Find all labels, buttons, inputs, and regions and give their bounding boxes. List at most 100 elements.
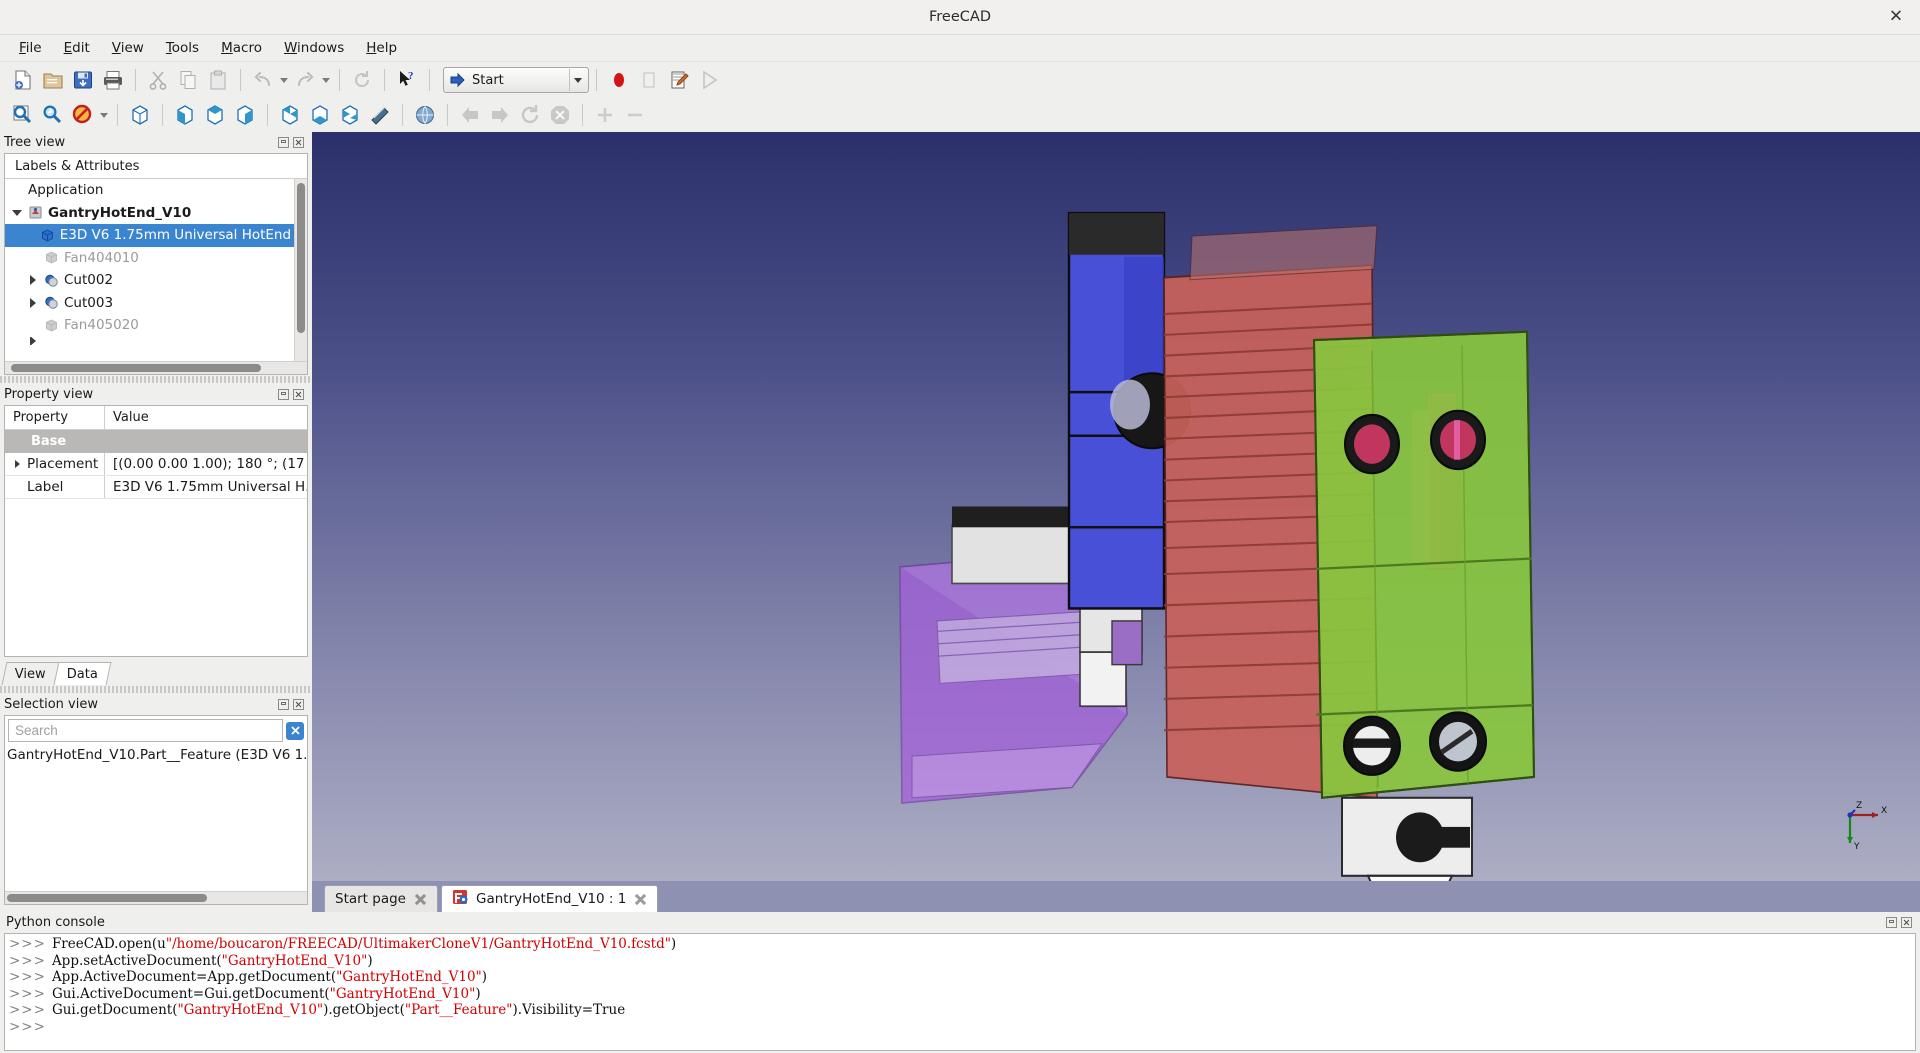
tree-row-selected-part[interactable]: E3D V6 1.75mm Universal HotEnd M	[5, 224, 307, 247]
new-document-icon[interactable]	[8, 65, 38, 95]
property-value-label[interactable]: E3D V6 1.75mm Universal H…	[105, 476, 307, 498]
tree-horizontal-scrollbar[interactable]	[5, 361, 307, 374]
tab-view[interactable]: View	[1, 662, 60, 685]
python-console[interactable]: >>> FreeCAD.open(u"/home/boucaron/FREECAD…	[4, 933, 1916, 1051]
freeze-view-icon[interactable]	[410, 100, 440, 130]
property-view-dock-title: Property view	[0, 384, 312, 405]
console-text-3-1: "GantryHotEnd_V10"	[329, 985, 476, 1002]
tree-row-fan404010[interactable]: Fan404010	[5, 247, 307, 270]
chevron-right-icon[interactable]	[11, 460, 23, 468]
menu-help[interactable]: Help	[355, 37, 408, 59]
zoom-out-icon[interactable]	[620, 100, 650, 130]
tree-hscroll-thumb[interactable]	[11, 364, 261, 372]
undo-icon[interactable]	[248, 65, 278, 95]
isometric-view-icon[interactable]	[125, 100, 155, 130]
nav-stop-icon[interactable]	[545, 100, 575, 130]
expand-twisty-closed-icon-3[interactable]	[25, 337, 41, 345]
tree-vscroll-thumb[interactable]	[297, 183, 305, 333]
menu-file[interactable]: File	[8, 37, 53, 59]
axonometric-icon[interactable]	[365, 100, 395, 130]
refresh-icon[interactable]	[347, 65, 377, 95]
mdi-tab-start-page[interactable]: Start page	[324, 885, 438, 912]
clear-search-icon[interactable]	[286, 721, 304, 740]
close-icon-2[interactable]	[634, 893, 647, 906]
macro-record-icon[interactable]	[604, 65, 634, 95]
part-feature-dim-icon	[41, 250, 61, 265]
cut-icon[interactable]	[143, 65, 173, 95]
rear-view-icon[interactable]	[275, 100, 305, 130]
property-value-placement[interactable]: [(0.00 0.00 1.00); 180 °; (17 …	[105, 453, 307, 475]
tree-view-close-button[interactable]	[293, 137, 304, 148]
console-text-3-0: Gui.ActiveDocument=Gui.getDocument(	[51, 985, 330, 1002]
tree-row-cut003[interactable]: Cut003	[5, 292, 307, 315]
property-view-close-button[interactable]	[293, 389, 304, 400]
top-view-icon[interactable]	[200, 100, 230, 130]
fit-selection-icon[interactable]	[38, 100, 68, 130]
nav-back-icon[interactable]	[455, 100, 485, 130]
right-view-icon[interactable]	[230, 100, 260, 130]
undo-dropdown-icon[interactable]	[278, 65, 290, 95]
whats-this-icon[interactable]: ?	[392, 65, 422, 95]
paste-icon[interactable]	[203, 65, 233, 95]
workbench-caret-icon[interactable]	[569, 69, 586, 91]
property-key-cell-label[interactable]: Label	[5, 476, 105, 498]
tree-row-cut002[interactable]: Cut002	[5, 269, 307, 292]
save-document-icon[interactable]	[68, 65, 98, 95]
axis-label-z: Z	[1856, 801, 1862, 811]
bottom-view-icon[interactable]	[305, 100, 335, 130]
copy-icon[interactable]	[173, 65, 203, 95]
print-document-icon[interactable]	[98, 65, 128, 95]
fit-all-icon[interactable]	[8, 100, 38, 130]
selection-list-item[interactable]: GantryHotEnd_V10.Part__Feature (E3D V6 1…	[7, 747, 307, 763]
tab-data[interactable]: Data	[53, 662, 112, 685]
expand-twisty-closed-icon[interactable]	[25, 275, 41, 285]
toolbar-separator-5	[429, 69, 430, 91]
draw-style-dropdown-icon[interactable]	[98, 100, 110, 130]
mdi-tab-document[interactable]: GantryHotEnd_V10 : 1	[441, 885, 659, 912]
open-document-icon[interactable]	[38, 65, 68, 95]
property-group-base[interactable]: Base	[5, 430, 307, 453]
python-console-float-button[interactable]	[1886, 917, 1897, 928]
search-input[interactable]	[8, 719, 283, 742]
property-row-label[interactable]: Label E3D V6 1.75mm Universal H…	[5, 476, 307, 499]
selection-view-float-button[interactable]	[278, 699, 289, 710]
close-icon[interactable]	[414, 893, 427, 906]
selection-view-close-button[interactable]	[293, 699, 304, 710]
tree-row-application[interactable]: Application	[5, 179, 307, 202]
dock-splitter-1[interactable]	[0, 376, 312, 383]
3d-viewport[interactable]: X Y Z	[312, 132, 1920, 881]
dock-splitter-2[interactable]	[0, 686, 312, 693]
tree-column-header[interactable]: Labels & Attributes	[5, 154, 307, 179]
tree-view-float-button[interactable]	[278, 137, 289, 148]
workbench-selector[interactable]: Start	[443, 67, 589, 93]
redo-dropdown-icon[interactable]	[320, 65, 332, 95]
zoom-in-icon[interactable]	[590, 100, 620, 130]
expand-twisty-closed-icon-2[interactable]	[25, 298, 41, 308]
nav-refresh-icon[interactable]	[515, 100, 545, 130]
nav-forward-icon[interactable]	[485, 100, 515, 130]
menu-view[interactable]: View	[101, 37, 155, 59]
expand-twisty-open-icon[interactable]	[9, 210, 25, 216]
menu-edit[interactable]: Edit	[53, 37, 101, 59]
tree-vertical-scrollbar[interactable]	[294, 179, 307, 361]
property-row-placement[interactable]: Placement [(0.00 0.00 1.00); 180 °; (17 …	[5, 453, 307, 476]
macro-execute-icon[interactable]	[694, 65, 724, 95]
menu-windows[interactable]: Windows	[273, 37, 355, 59]
menu-tools[interactable]: Tools	[155, 37, 210, 59]
left-view-icon[interactable]	[335, 100, 365, 130]
property-view-float-button[interactable]	[278, 389, 289, 400]
macro-stop-icon[interactable]	[634, 65, 664, 95]
tree-row-document[interactable]: GantryHotEnd_V10	[5, 202, 307, 225]
menu-macro[interactable]: Macro	[210, 37, 273, 59]
property-key-cell-placement[interactable]: Placement	[5, 453, 105, 475]
tree-row-fan405020[interactable]: Fan405020	[5, 314, 307, 337]
selection-hscroll-thumb[interactable]	[7, 894, 207, 902]
macro-edit-icon[interactable]	[664, 65, 694, 95]
selection-horizontal-scrollbar[interactable]	[5, 891, 307, 904]
window-close-icon[interactable]: ✕	[1886, 8, 1906, 26]
redo-icon[interactable]	[290, 65, 320, 95]
tree-row-partial[interactable]	[5, 337, 307, 345]
front-view-icon[interactable]	[170, 100, 200, 130]
python-console-close-button[interactable]	[1901, 917, 1912, 928]
draw-style-icon[interactable]	[68, 100, 98, 130]
